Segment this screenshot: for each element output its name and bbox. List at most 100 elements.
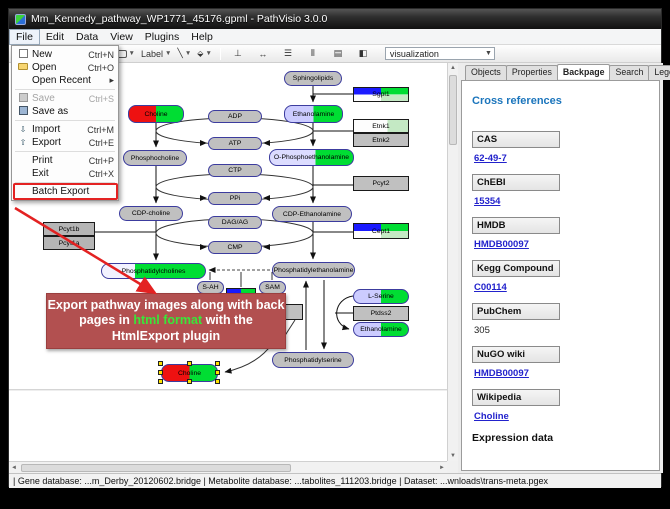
align-center-icon[interactable]: ⊥ <box>230 47 246 61</box>
node-dag-ag[interactable]: DAG/AG <box>208 216 262 229</box>
file-menu-item-print[interactable]: PrintCtrl+P <box>12 154 118 167</box>
node-o-phosphoethanolamine[interactable]: O-Phosphoethanolamine <box>269 149 354 166</box>
save-as-icon <box>14 106 32 117</box>
gene-box-etnk1[interactable]: Etnk1 <box>353 119 409 133</box>
menu-item-label: Export <box>32 137 85 148</box>
selection-handle[interactable] <box>158 379 163 384</box>
menu-separator <box>15 151 115 152</box>
file-menu-item-new[interactable]: NewCtrl+N <box>12 48 118 61</box>
menu-item-shortcut: Ctrl+X <box>89 169 114 179</box>
node-ethanolamine[interactable]: Ethanolamine <box>353 322 409 337</box>
file-menu-item-import[interactable]: ⇩ImportCtrl+M <box>12 123 118 136</box>
xref-header: CAS <box>472 131 560 148</box>
menu-help[interactable]: Help <box>185 30 219 44</box>
file-menu-item-open-recent[interactable]: Open Recent▸ <box>12 74 118 87</box>
xref-header: HMDB <box>472 217 560 234</box>
menu-file[interactable]: File <box>9 29 40 45</box>
gene-box-sgpl1[interactable]: Sgpl1 <box>353 87 409 102</box>
xref-link-choline[interactable]: Choline <box>474 411 509 422</box>
export-image-icon[interactable]: ◧ <box>355 47 371 61</box>
node-phosphocholine[interactable]: Phosphocholine <box>123 150 187 166</box>
menu-data[interactable]: Data <box>70 30 104 44</box>
xref-link-c00114[interactable]: C00114 <box>474 282 507 293</box>
scroll-down-icon[interactable]: ▼ <box>448 451 458 461</box>
selection-handle[interactable] <box>215 361 220 366</box>
node-ethanolamine[interactable]: Ethanolamine <box>284 105 343 123</box>
expression-data-heading: Expression data <box>472 432 649 444</box>
node-adp[interactable]: ADP <box>208 110 262 123</box>
label-tool-button[interactable]: Label▼ <box>138 47 174 61</box>
xref-section-hmdb: HMDB HMDB00097 <box>472 217 649 250</box>
gene-box-pcyt1a[interactable]: Pcyt1a <box>43 236 95 250</box>
xref-link-hmdb00097[interactable]: HMDB00097 <box>474 368 529 379</box>
menu-item-label: Save <box>32 93 85 104</box>
file-menu-item-open[interactable]: OpenCtrl+O <box>12 61 118 74</box>
selection-handle[interactable] <box>158 361 163 366</box>
node-phosphatidylserine[interactable]: Phosphatidylserine <box>272 352 354 368</box>
node-choline[interactable]: Choline <box>128 105 184 123</box>
gene-box-pcyt2[interactable]: Pcyt2 <box>353 176 409 191</box>
menu-plugins[interactable]: Plugins <box>139 30 185 44</box>
file-menu-item-batch-export[interactable]: Batch Export <box>12 185 118 198</box>
tab-objects[interactable]: Objects <box>465 65 507 80</box>
tab-backpage[interactable]: Backpage <box>557 64 611 79</box>
gene-box-ptdss2[interactable]: Ptdss2 <box>353 306 409 321</box>
distribute-horizontal-icon[interactable]: ↔ <box>255 47 271 61</box>
tab-legend[interactable]: Legend <box>648 65 670 80</box>
annotation-callout: Export pathway images along with back pa… <box>46 293 286 349</box>
menu-item-label: Print <box>32 155 85 166</box>
node-cmp[interactable]: CMP <box>208 241 262 254</box>
xref-section-chebi: ChEBI15354 <box>472 174 649 207</box>
node-cdp-choline[interactable]: CDP-choline <box>119 206 183 221</box>
xref-link-15354[interactable]: 15354 <box>474 196 500 207</box>
stack-columns-icon[interactable]: ⫴ <box>305 47 321 61</box>
selection-handle[interactable] <box>215 379 220 384</box>
open-folder-icon <box>14 63 32 72</box>
pathvisio-window: Mm_Kennedy_pathway_WP1771_45176.gpml - P… <box>8 8 662 487</box>
file-menu-item-exit[interactable]: Exit Ctrl+X <box>12 167 118 180</box>
menu-edit[interactable]: Edit <box>40 30 70 44</box>
common-size-icon[interactable]: ▤ <box>330 47 346 61</box>
visualization-combo[interactable]: visualization▼ <box>385 47 495 60</box>
selection-handle[interactable] <box>187 361 192 366</box>
menu-item-shortcut: Ctrl+E <box>89 138 114 148</box>
menu-item-label: Exit <box>32 168 85 179</box>
line-tool-button[interactable]: ╲▼ <box>174 47 194 61</box>
node-sphingolipids[interactable]: Sphingolipids <box>284 71 342 86</box>
node-ppi[interactable]: PPi <box>208 192 262 205</box>
node-phosphatidylcholines[interactable]: Phosphatidylcholines <box>101 263 206 279</box>
gene-box-etnk2[interactable]: Etnk2 <box>353 133 409 147</box>
menu-item-shortcut: Ctrl+S <box>89 94 114 104</box>
file-menu-item-save: Save Ctrl+S <box>12 92 118 105</box>
menu-item-label: New <box>32 49 84 60</box>
scroll-left-icon[interactable]: ◄ <box>9 463 19 473</box>
scroll-up-icon[interactable]: ▲ <box>448 63 458 73</box>
gene-box-pcyt1b[interactable]: Pcyt1b <box>43 222 95 236</box>
file-menu-item-save-as[interactable]: Save as <box>12 105 118 118</box>
canvas-vertical-scrollbar[interactable]: ▲ ▼ <box>447 63 458 461</box>
xref-link-62-49-7[interactable]: 62-49-7 <box>474 153 507 164</box>
status-bar: | Gene database: ...m_Derby_20120602.bri… <box>9 473 661 488</box>
selection-handle[interactable] <box>158 370 163 375</box>
menu-view[interactable]: View <box>104 30 139 44</box>
selection-handle[interactable] <box>215 370 220 375</box>
node-l-serine[interactable]: L-Serine <box>353 289 409 304</box>
stack-rows-icon[interactable]: ☰ <box>280 47 296 61</box>
shape-tool-button[interactable]: ⬙▼ <box>194 47 215 61</box>
xref-link-hmdb00097[interactable]: HMDB00097 <box>474 239 529 250</box>
app-icon <box>15 14 26 25</box>
node-phosphatidylethanolamine[interactable]: Phosphatidylethanolamine <box>272 262 355 278</box>
node-cdp-ethanolamine[interactable]: CDP-Ethanolamine <box>272 206 352 222</box>
tab-search[interactable]: Search <box>609 65 649 80</box>
menu-item-label: Open Recent <box>32 75 105 86</box>
node-ctp[interactable]: CTP <box>208 164 262 177</box>
selection-handle[interactable] <box>187 379 192 384</box>
tab-properties[interactable]: Properties <box>506 65 558 80</box>
menu-item-label: Import <box>32 124 83 135</box>
gene-box-cept1[interactable]: Cept1 <box>353 223 409 239</box>
file-menu-item-export[interactable]: ⇧ExportCtrl+E <box>12 136 118 149</box>
scroll-right-icon[interactable]: ► <box>437 463 447 473</box>
canvas-horizontal-scrollbar[interactable]: ◄ ► <box>9 461 447 473</box>
node-atp[interactable]: ATP <box>208 137 262 150</box>
menu-item-label: Batch Export <box>32 186 110 197</box>
